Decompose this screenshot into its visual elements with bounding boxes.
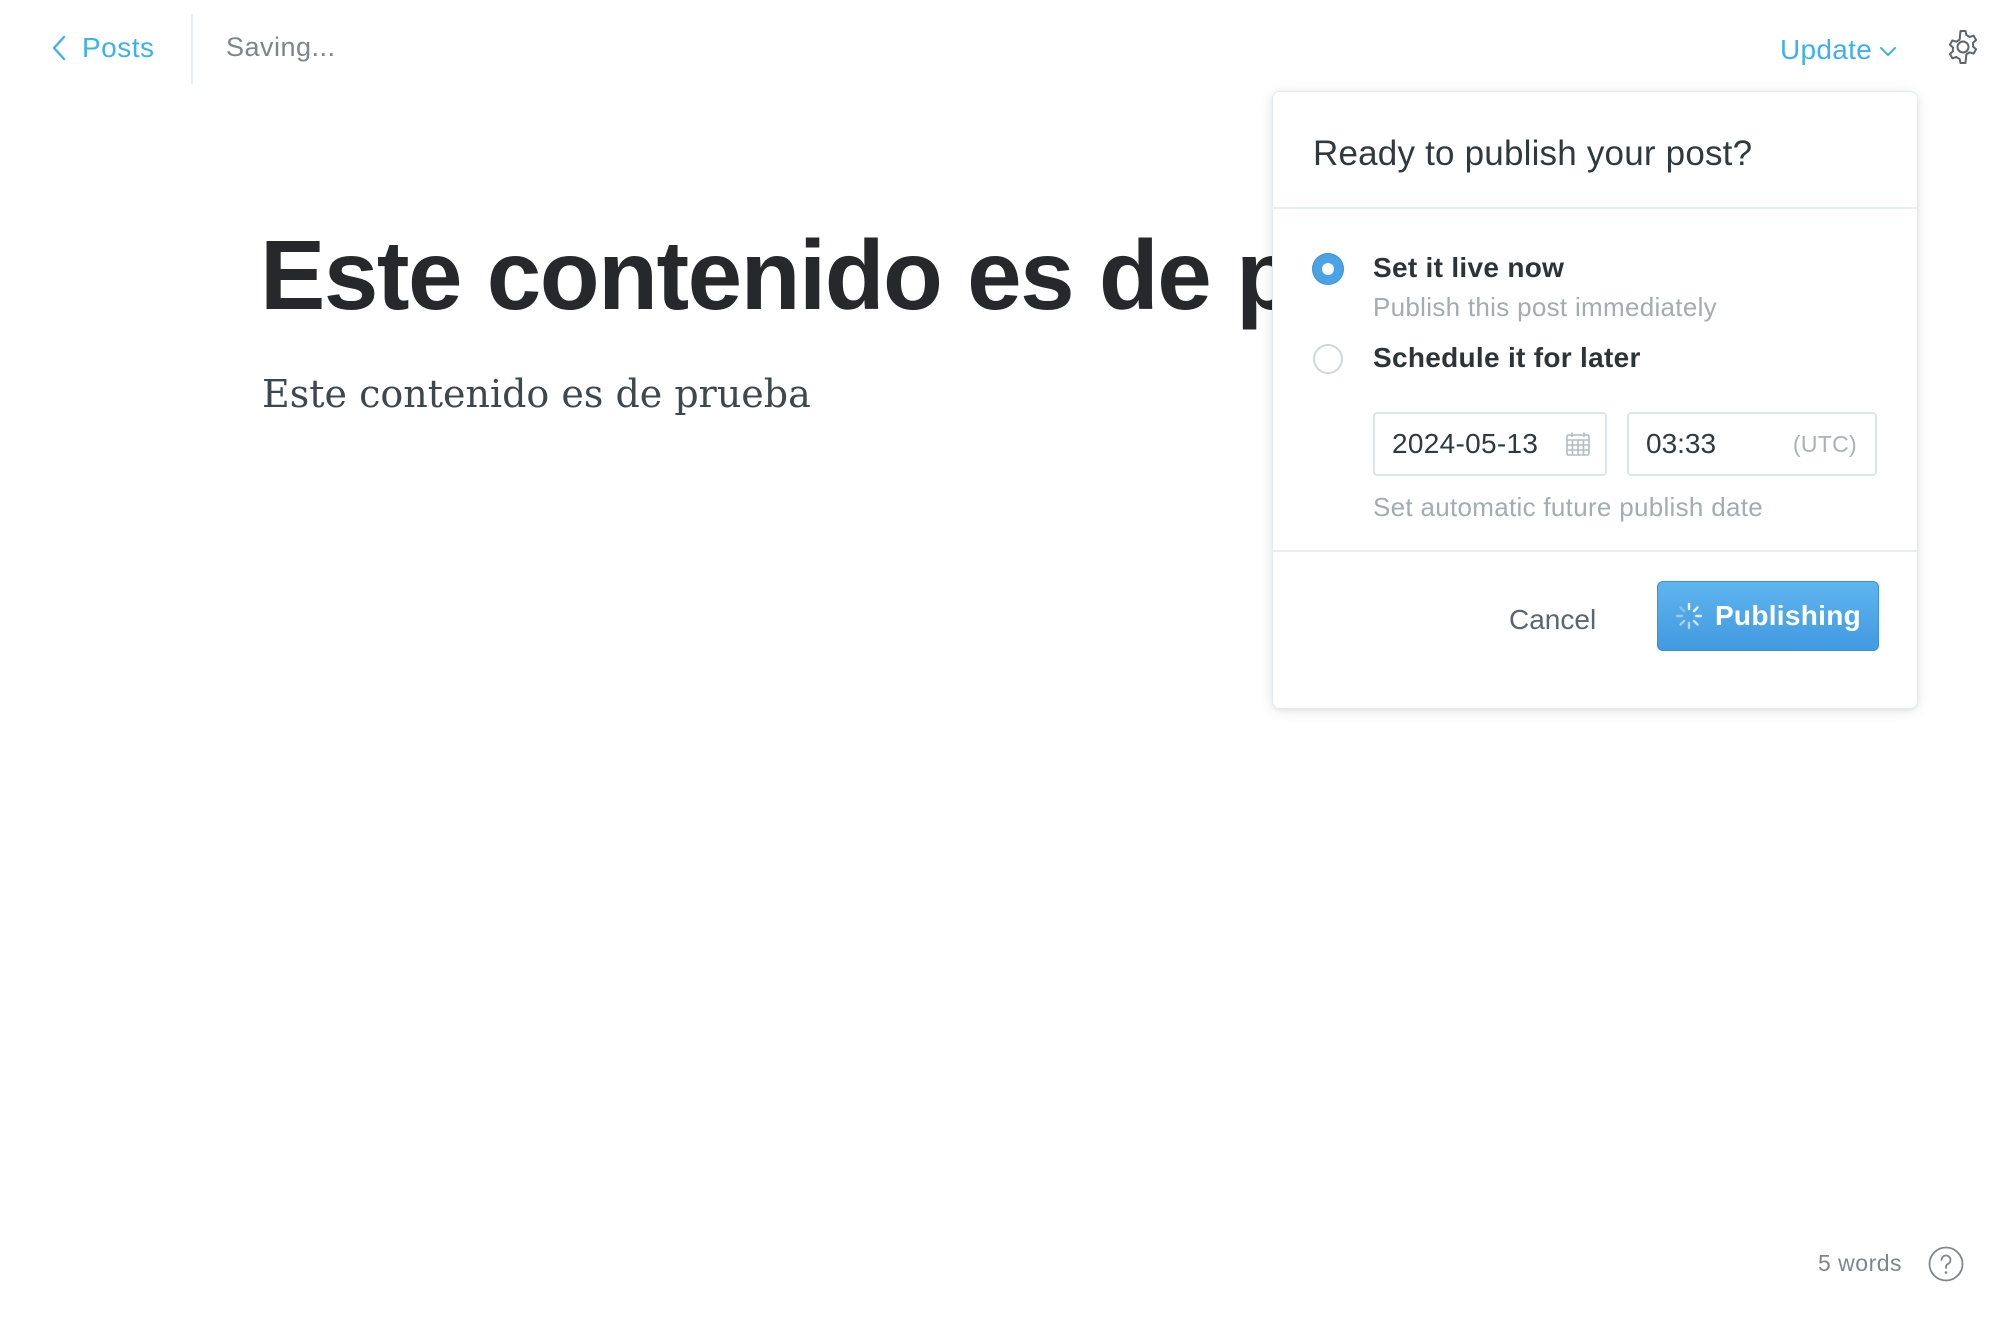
publish-button[interactable]: Publishing (1657, 581, 1879, 651)
chevron-down-icon (1880, 47, 1897, 56)
option-schedule[interactable]: Schedule it for later (1313, 340, 1641, 376)
word-count: 5 words (1818, 1250, 1903, 1276)
schedule-date-input[interactable]: 2024-05-13 (1373, 412, 1607, 476)
schedule-fields: 2024-05-13 03:33 (UTC) (1373, 412, 1877, 476)
publish-popover-heading: Ready to publish your post? (1273, 92, 1917, 209)
option-publish-now-title: Set it live now (1373, 252, 1565, 283)
calendar-icon[interactable] (1565, 431, 1591, 457)
header-divider (191, 14, 193, 84)
schedule-time-input[interactable]: 03:33 (UTC) (1627, 412, 1877, 476)
update-label: Update (1780, 34, 1873, 65)
back-link-label: Posts (82, 32, 155, 63)
option-schedule-title: Schedule it for later (1373, 342, 1641, 373)
back-to-posts-link[interactable]: Posts (52, 26, 155, 70)
cancel-label: Cancel (1509, 604, 1597, 635)
radio-publish-now[interactable] (1313, 254, 1343, 284)
popover-divider (1273, 550, 1917, 552)
radio-schedule[interactable] (1313, 344, 1343, 374)
post-body[interactable]: Este contenido es de prueba (262, 372, 811, 416)
schedule-date-value: 2024-05-13 (1392, 428, 1539, 459)
schedule-time-value: 03:33 (1646, 428, 1717, 459)
save-status: Saving... (226, 32, 336, 62)
option-publish-now-description: Publish this post immediately (1373, 292, 1717, 322)
publish-popover: Ready to publish your post? Set it live … (1272, 91, 1918, 709)
publish-button-label: Publishing (1714, 600, 1862, 631)
update-menu-button[interactable]: Update (1780, 30, 1897, 70)
chevron-left-icon (52, 35, 66, 61)
timezone-label: (UTC) (1792, 430, 1857, 457)
option-publish-now[interactable]: Set it live now Publish this post immedi… (1313, 250, 1717, 323)
spinner-icon (1675, 602, 1703, 630)
help-icon[interactable] (1927, 1245, 1965, 1283)
gear-icon[interactable] (1944, 28, 1982, 66)
editor-header: Posts Saving... Update (0, 0, 2000, 98)
schedule-hint: Set automatic future publish date (1373, 492, 1764, 522)
